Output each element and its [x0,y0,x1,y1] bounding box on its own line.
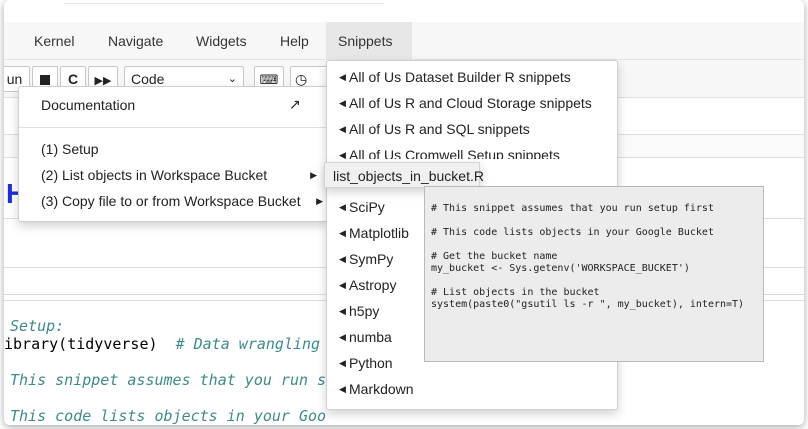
caret-left-icon: ◀ [339,254,346,264]
divider [19,127,327,128]
menu-item-setup[interactable]: (1) Setup [19,141,327,157]
code-line: This code lists objects in your Goo [10,407,327,425]
r-snippets-menu: Documentation ↗ (1) Setup (2) List objec… [18,86,328,222]
snippet-category[interactable]: ◀ All of Us Dataset Builder R snippets [327,69,617,85]
caret-left-icon: ◀ [339,332,346,342]
caret-left-icon: ◀ [339,306,346,316]
caret-left-icon: ◀ [339,228,346,238]
caret-left-icon: ◀ [339,98,346,108]
documentation-item[interactable]: Documentation ↗ [19,96,327,113]
tooltip-line: system(paste0("gsutil ls -r ", my_bucket… [431,299,745,310]
snippet-category[interactable]: ◀ All of Us R and SQL snippets [327,121,617,137]
caret-right-icon: ▶ [316,196,323,206]
tooltip-line: my_bucket <- Sys.getenv('WORKSPACE_BUCKE… [431,263,690,274]
menubar: Kernel Navigate Widgets Help Snippets [4,22,804,60]
caret-left-icon: ◀ [339,72,346,82]
stop-icon [40,75,50,86]
menu-item-list-objects[interactable]: (2) List objects in Workspace Bucket ▶ [19,167,327,183]
clock-icon: ◷ [295,71,308,87]
code-line: Setup: [10,317,65,335]
menu-help[interactable]: Help [268,22,321,60]
caret-left-icon: ◀ [339,280,346,290]
keyboard-icon: ⌨ [259,72,279,87]
snippet-category[interactable]: ◀ All of Us Cromwell Setup snippets [327,147,617,159]
tooltip-line: # This snippet assumes that you run setu… [431,203,714,214]
menu-snippets[interactable]: Snippets [326,22,412,60]
code-line: ibrary(tidyverse) # Data wrangling [4,335,321,353]
tooltip-line: # List objects in the bucket [431,287,600,298]
menu-widgets[interactable]: Widgets [184,22,259,60]
restart-icon: C [67,71,79,87]
caret-right-icon: ▶ [310,170,317,180]
cell-type-value: Code [131,71,165,87]
snippet-preview-tooltip: # This snippet assumes that you run setu… [424,186,764,362]
code-line: This snippet assumes that you run s [10,371,327,389]
tooltip-line: # Get the bucket name [431,251,558,262]
notebook-window: Kernel Navigate Widgets Help Snippets un… [4,0,804,425]
title-strip [4,0,804,22]
tooltip-line: # This code lists objects in your Google… [431,227,714,238]
snippet-category[interactable]: ◀ Markdown [327,381,617,397]
snippet-category[interactable]: ◀ All of Us R and Cloud Storage snippets [327,95,617,111]
caret-left-icon: ◀ [339,384,346,394]
caret-left-icon: ◀ [339,358,346,368]
caret-left-icon: ◀ [339,124,346,134]
menu-item-copy-file[interactable]: (3) Copy file to or from Workspace Bucke… [19,193,327,209]
caret-left-icon: ◀ [339,150,346,159]
menu-navigate[interactable]: Navigate [96,22,175,60]
snippet-item-list-objects[interactable]: list_objects_in_bucket.R [324,162,484,188]
caret-left-icon: ◀ [339,202,346,212]
external-link-icon: ↗ [289,96,301,112]
menu-kernel[interactable]: Kernel [22,22,86,60]
